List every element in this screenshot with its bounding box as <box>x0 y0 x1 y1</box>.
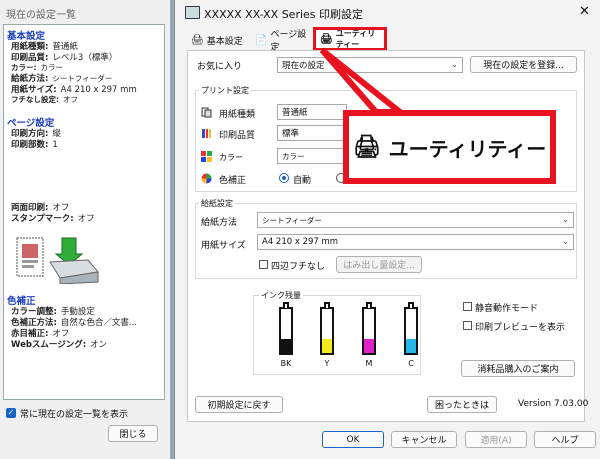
dialog-title: XXXXX XX-XX Series 印刷設定 <box>204 8 364 21</box>
preview-label: 印刷プレビューを表示 <box>475 323 566 333</box>
reset-defaults-button[interactable]: 初期設定に戻す <box>195 396 283 413</box>
ink-label-bk: BK <box>280 359 292 368</box>
always-show-label: 常に現在の設定一覧を表示 <box>20 410 129 420</box>
ink-label-m: M <box>365 359 373 368</box>
ink-tank-c <box>404 302 418 355</box>
quiet-mode-checkbox[interactable] <box>463 302 472 311</box>
paper-type-icon <box>201 107 212 118</box>
register-settings-button[interactable]: 現在の設定を登録... <box>470 56 577 73</box>
paper-type-label: 用紙種類 <box>219 110 256 120</box>
print-quality-icon <box>202 129 211 138</box>
chevron-down-icon: ⌄ <box>562 215 569 224</box>
color-mode-label: カラー <box>219 153 243 162</box>
supplies-info-button[interactable]: 消耗品購入のご案内 <box>461 360 575 377</box>
ink-label-y: Y <box>324 359 330 368</box>
utility-tab-callout: 🖨 ユーティリティー <box>343 110 556 184</box>
feed-source-label: 給紙方法 <box>201 218 238 228</box>
auto-radio-label: 自動 <box>293 176 312 186</box>
summary-row: フチなし設定: オフ <box>11 95 78 104</box>
borderless-label: 四辺フチなし <box>271 262 326 272</box>
borderless-checkbox[interactable] <box>259 260 268 269</box>
preview-checkbox[interactable] <box>463 321 472 330</box>
ink-label-c: C <box>408 359 414 368</box>
troubleshooting-button[interactable]: 困ったときは <box>427 396 497 413</box>
printer-app-icon <box>185 6 200 19</box>
version-label: Version 7.03.00 <box>518 399 589 409</box>
print-quality-label: 印刷品質 <box>219 131 256 141</box>
dialog-close-button[interactable]: ✕ <box>579 4 590 19</box>
ink-tank-m <box>362 302 376 355</box>
color-correction-label: 色補正 <box>219 176 247 186</box>
feed-settings-title: 給紙設定 <box>199 198 235 209</box>
color-mode-select[interactable]: カラー <box>277 148 347 164</box>
ink-tank-y <box>320 302 334 355</box>
ok-button[interactable]: OK <box>322 431 384 448</box>
color-mode-icon <box>201 151 212 162</box>
favorites-label: お気に入り <box>197 62 243 72</box>
tab-basic[interactable]: 🖨 基本設定 <box>187 30 259 50</box>
auto-radio[interactable] <box>279 173 289 183</box>
summary-window-title: 現在の設定一覧 <box>6 10 76 21</box>
page-settings-icon: 📄 <box>255 34 268 46</box>
summary-panel: 基本設定 用紙種類: 普通紙 印刷品質: レベル3（標準） カラー: カラー 給紙方法… <box>3 24 165 400</box>
chevron-down-icon: ⌄ <box>562 237 569 246</box>
printer-illustration-icon <box>16 237 99 284</box>
always-show-checkbox[interactable]: ✓ <box>6 408 16 418</box>
paper-size-label: 用紙サイズ <box>201 241 246 251</box>
feed-source-select[interactable]: シートフィーダー ⌄ <box>257 212 574 228</box>
cancel-button[interactable]: キャンセル <box>391 431 457 448</box>
apply-button[interactable]: 適用(A) <box>465 431 527 448</box>
summary-close-button[interactable]: 閉じる <box>108 425 158 442</box>
summary-row: スタンプマーク: オフ <box>11 214 95 224</box>
chevron-down-icon: ⌄ <box>451 60 458 69</box>
summary-row: 印刷部数: 1 <box>11 140 58 150</box>
basic-settings-icon: 🖨 <box>191 34 204 46</box>
ink-levels-title: インク残量 <box>259 290 303 301</box>
help-button[interactable]: ヘルプ <box>534 431 596 448</box>
utility-icon: 🖨 <box>352 134 381 160</box>
print-settings-title: プリント設定 <box>199 85 251 96</box>
summary-row: Webスムージング: オン <box>11 340 108 350</box>
paper-size-select[interactable]: A4 210 x 297 mm ⌄ <box>257 234 574 250</box>
settings-summary-window: 現在の設定一覧 基本設定 用紙種類: 普通紙 印刷品質: レベル3（標準） カラー:… <box>0 0 171 459</box>
quiet-mode-label: 静音動作モード <box>475 304 539 314</box>
color-correction-icon <box>201 173 212 184</box>
overflow-settings-button[interactable]: はみ出し量設定... <box>336 256 422 273</box>
ink-tank-bk <box>279 302 293 355</box>
